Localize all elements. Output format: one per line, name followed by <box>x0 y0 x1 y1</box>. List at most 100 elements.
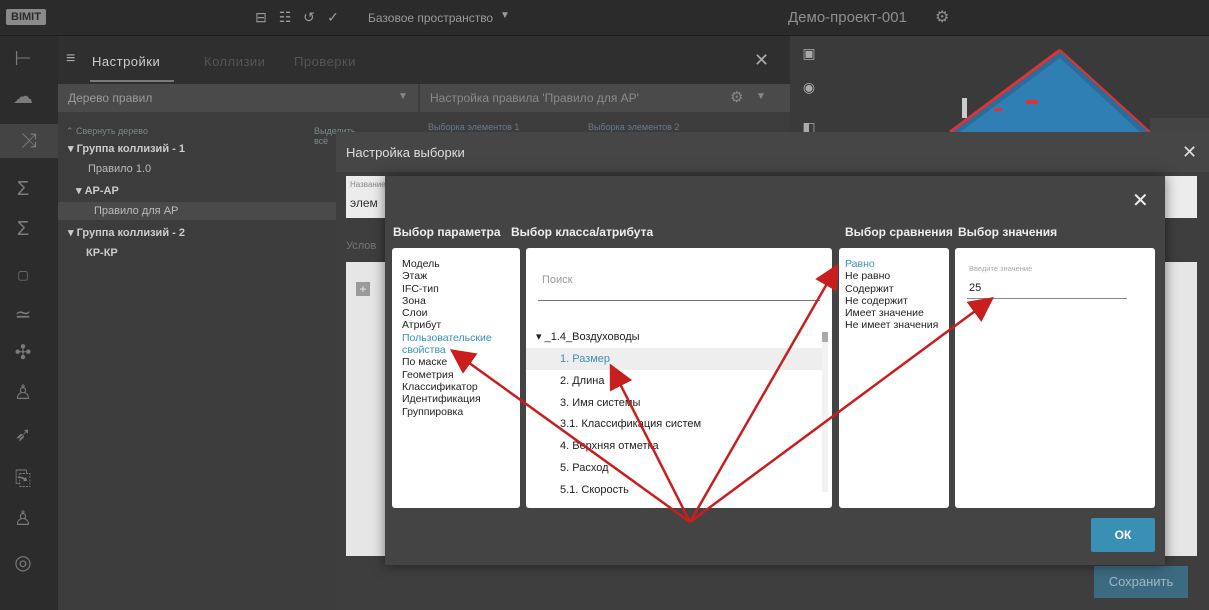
menu-icon[interactable]: ≡ <box>66 50 75 68</box>
value-box: Введите значение 25 <box>955 248 1155 508</box>
class-group[interactable]: ▾ _1.4_Воздуховоды <box>526 326 822 348</box>
tree-item-selected[interactable]: Правило для АР <box>58 202 340 220</box>
close-icon[interactable]: ✕ <box>1182 142 1197 163</box>
param-item[interactable]: IFC-тип <box>402 283 492 295</box>
param-item[interactable]: Этаж <box>402 270 492 282</box>
tree-item[interactable]: Правило 1.0 <box>88 163 151 175</box>
puzzle-icon[interactable]: ✣ <box>6 336 40 370</box>
chevron-down-icon[interactable]: ▼ <box>398 91 408 102</box>
compare-item[interactable]: Имеет значение <box>845 307 938 319</box>
gear-icon[interactable]: ⚙ <box>730 88 743 106</box>
modal-header: Настройка выборки ✕ <box>336 132 1209 172</box>
param-item[interactable]: Геометрия <box>402 369 492 381</box>
param-item[interactable]: свойства <box>402 344 492 356</box>
2d-icon[interactable]: ▢ <box>6 258 40 292</box>
gear-icon[interactable]: ⚙ <box>935 7 949 27</box>
sum-icon[interactable]: Σ <box>6 172 40 206</box>
tab-checks[interactable]: Проверки <box>294 54 356 69</box>
history-icon[interactable]: ↺ <box>302 10 316 24</box>
rule-settings-title: Настройка правила 'Правило для АР' <box>430 91 639 105</box>
user-location-icon[interactable]: ♙ <box>6 502 40 536</box>
value-input[interactable]: 25 <box>969 282 981 294</box>
cloud-icon[interactable]: ☁ <box>6 80 40 114</box>
close-icon[interactable]: ✕ <box>1132 188 1149 213</box>
space-select[interactable]: Базовое пространство <box>368 11 493 25</box>
compare-item[interactable]: Не содержит <box>845 295 938 307</box>
compare-list: Равно Не равно Содержит Не содержит Имеет зн… <box>845 258 938 332</box>
class-item[interactable]: 1. Размер <box>526 348 822 370</box>
param-item[interactable]: Слои <box>402 307 492 319</box>
class-item[interactable]: 3.1. Классификация систем <box>526 413 822 435</box>
scrollbar-thumb[interactable] <box>822 332 828 342</box>
tree-item[interactable]: КР-КР <box>86 247 118 259</box>
rule-tree: ⌃ Свернуть дерево Выделить всё ▾ Группа … <box>58 112 356 610</box>
compass-icon[interactable]: ◎ <box>6 546 40 580</box>
param-list: Модель Этаж IFC-тип Зона Слои Атрибут Пользова… <box>402 258 492 418</box>
param-item[interactable]: По маске <box>402 356 492 368</box>
ok-button[interactable]: ОК <box>1091 518 1155 552</box>
modal-title: Настройка выборки <box>346 145 465 160</box>
app-logo[interactable]: BIMIT <box>6 9 46 25</box>
users-icon[interactable]: ☷ <box>278 10 292 24</box>
tab-collisions[interactable]: Коллизии <box>204 54 265 69</box>
class-item[interactable]: 5.1. Скорость <box>526 479 822 501</box>
tree-item[interactable]: ▾ Группа коллизий - 2 <box>68 226 185 239</box>
class-item[interactable]: 2. Длина <box>526 370 822 392</box>
close-icon[interactable]: ✕ <box>754 50 769 71</box>
compare-item[interactable]: Не имеет значения <box>845 319 938 331</box>
tree-item-label: АР-АР <box>84 185 119 197</box>
param-item[interactable]: Пользовательские <box>402 332 492 344</box>
chart-icon[interactable]: ≃ <box>6 298 40 332</box>
left-sidebar: ⊢ ☁ ⤨ Σ Σ ▢ ≃ ✣ ♙ ➶ ⎘ ♙ ◎ <box>0 36 58 610</box>
class-item[interactable]: 5. Расход <box>526 457 822 479</box>
condition-builder-modal: ✕ Выбор параметра Выбор класса/атрибута … <box>385 176 1165 565</box>
briefcase-icon[interactable]: ⊟ <box>254 10 268 24</box>
compare-item[interactable]: Равно <box>845 258 938 270</box>
compare-item[interactable]: Не равно <box>845 270 938 282</box>
target-icon[interactable]: ◉ <box>798 76 820 98</box>
param-column-title: Выбор параметра <box>393 225 501 239</box>
save-button[interactable]: Сохранить <box>1094 566 1188 598</box>
rule-tree-title: Дерево правил <box>68 91 153 105</box>
class-item[interactable]: 4. Верхняя отметка <box>526 435 822 457</box>
value-column-title: Выбор значения <box>958 225 1058 239</box>
name-field-label: Название <box>350 180 386 189</box>
chevron-down-icon[interactable]: ▼ <box>756 91 766 102</box>
add-condition-icon[interactable]: + <box>356 282 370 296</box>
compare-item[interactable]: Содержит <box>845 283 938 295</box>
param-item[interactable]: Идентификация <box>402 393 492 405</box>
collapse-tree-button[interactable]: ⌃ Свернуть дерево <box>66 126 148 137</box>
folder-arrow-icon[interactable]: ⎘ <box>6 462 40 496</box>
scrollbar[interactable] <box>822 332 828 492</box>
tree-item[interactable]: ▾ АР-АР <box>76 184 119 197</box>
name-field-value[interactable]: элем <box>350 196 378 210</box>
tree-item-label: Группа коллизий - 1 <box>76 143 185 155</box>
tree-item-label: Группа коллизий - 2 <box>76 227 185 239</box>
tree-icon[interactable]: ⊢ <box>6 42 40 76</box>
check-circle-icon[interactable]: ✓ <box>326 10 340 24</box>
project-title: Демо-проект-001 <box>788 9 907 26</box>
user-check-icon[interactable]: ♙ <box>6 376 40 410</box>
chevron-down-icon[interactable]: ▼ <box>500 10 510 21</box>
rule-tree-header[interactable]: Дерево правил ▼ <box>58 84 418 112</box>
compare-column-title: Выбор сравнения <box>845 225 953 239</box>
fit-view-icon[interactable]: ▣ <box>798 42 820 64</box>
param-item[interactable]: Атрибут <box>402 319 492 331</box>
value-underline <box>967 298 1127 299</box>
tree-item[interactable]: ▾ Группа коллизий - 1 <box>68 142 185 155</box>
sum-plus-icon[interactable]: Σ <box>6 212 40 246</box>
param-list-box: Модель Этаж IFC-тип Зона Слои Атрибут Пользова… <box>392 248 520 508</box>
top-bar: BIMIT ⊟ ☷ ↺ ✓ Базовое пространство ▼ Дем… <box>0 0 1209 36</box>
param-item[interactable]: Зона <box>402 295 492 307</box>
selection-2-tab[interactable]: Выборка элементов 2 <box>588 122 679 132</box>
search-input[interactable]: Поиск <box>542 274 572 286</box>
param-item[interactable]: Группировка <box>402 406 492 418</box>
class-item[interactable]: 3. Имя системы <box>526 392 822 414</box>
class-column-title: Выбор класса/атрибута <box>511 225 654 239</box>
rocket-icon[interactable]: ➶ <box>6 418 40 452</box>
param-item[interactable]: Модель <box>402 258 492 270</box>
selection-1-tab[interactable]: Выборка элементов 1 <box>428 122 519 132</box>
tab-settings[interactable]: Настройки <box>92 54 160 69</box>
param-item[interactable]: Классификатор <box>402 381 492 393</box>
collisions-icon[interactable]: ⤨ <box>0 124 58 158</box>
